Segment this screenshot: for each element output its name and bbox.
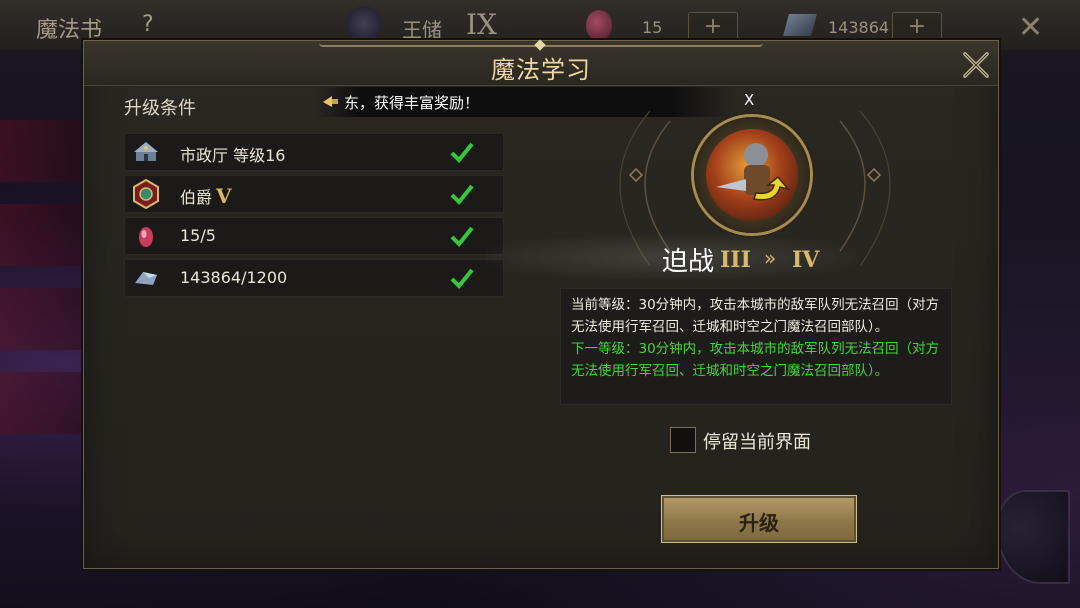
requirement-label: 15/5 xyxy=(180,226,216,245)
warrior-icon xyxy=(706,129,798,221)
rank-numeral: IX xyxy=(466,8,497,41)
level-arrow-icon: » xyxy=(764,246,777,270)
skill-portrait xyxy=(694,117,810,233)
ticker-text: 东，获得丰富奖励！ xyxy=(344,94,480,112)
check-icon xyxy=(450,226,474,247)
tab-category-1[interactable] xyxy=(0,120,84,182)
close-book-icon[interactable]: ✕ xyxy=(1018,10,1043,45)
tab-category-3[interactable] xyxy=(0,288,84,350)
next-level: IV xyxy=(792,247,820,273)
rank-numeral: V xyxy=(216,184,232,208)
next-level-description: 下一等级：30分钟内，攻击本城市的敌军队列无法召回（对方无法使用行军召回、迁城和… xyxy=(571,341,940,379)
upgrade-label: 升级 xyxy=(739,511,779,535)
conditions-header: 升级条件 xyxy=(124,98,196,119)
noble-badge-icon xyxy=(133,179,159,209)
ore-icon xyxy=(783,14,817,36)
requirement-label: 143864/1200 xyxy=(180,268,288,287)
requirements-list: 市政厅 等级16 伯爵 V 15/5 143864/1200 xyxy=(124,133,504,301)
current-level: III xyxy=(720,247,751,273)
current-level-description: 当前等级：30分钟内，攻击本城市的敌军队列无法召回（对方无法使用行军召回、迁城和… xyxy=(571,297,940,335)
ore-count: 143864 xyxy=(828,18,890,37)
help-icon[interactable]: ? xyxy=(142,12,154,37)
skill-description: 当前等级：30分钟内，攻击本城市的敌军队列无法召回（对方无法使用行军召回、迁城和… xyxy=(560,288,952,405)
requirement-row: 143864/1200 xyxy=(124,259,504,297)
red-gem-icon xyxy=(586,10,612,40)
close-button[interactable] xyxy=(960,49,992,81)
magic-learning-dialog: 魔法学习 升级条件 东，获得丰富奖励！ X 市政厅 等级16 伯爵 V 15/5… xyxy=(83,39,999,569)
requirement-label: 伯爵 V xyxy=(180,184,232,208)
requirement-row: 15/5 xyxy=(124,217,504,255)
red-gem-icon xyxy=(139,227,153,247)
check-icon xyxy=(450,268,474,289)
requirement-label: 市政厅 等级16 xyxy=(180,146,286,165)
skill-name: 迫战 xyxy=(662,247,715,277)
dialog-header: 魔法学习 xyxy=(84,39,998,86)
stay-label: 停留当前界面 xyxy=(703,432,811,453)
stay-checkbox[interactable] xyxy=(670,427,696,453)
gem-count: 15 xyxy=(642,18,663,37)
category-tabs xyxy=(0,120,84,456)
tab-category-2[interactable] xyxy=(0,204,84,266)
rank-label: 王储 xyxy=(402,18,442,42)
dialog-title: 魔法学习 xyxy=(491,56,591,84)
megaphone-icon xyxy=(323,96,338,107)
check-icon xyxy=(450,184,474,205)
ore-icon xyxy=(135,272,157,285)
tab-category-4[interactable] xyxy=(0,372,84,434)
rank-emblem-icon xyxy=(346,6,382,42)
requirement-row: 市政厅 等级16 xyxy=(124,133,504,171)
upgrade-button[interactable]: 升级 xyxy=(661,495,857,543)
city-hall-icon xyxy=(134,142,158,161)
close-icon xyxy=(963,52,989,78)
requirement-row: 伯爵 V xyxy=(124,175,504,213)
check-icon xyxy=(450,142,474,163)
